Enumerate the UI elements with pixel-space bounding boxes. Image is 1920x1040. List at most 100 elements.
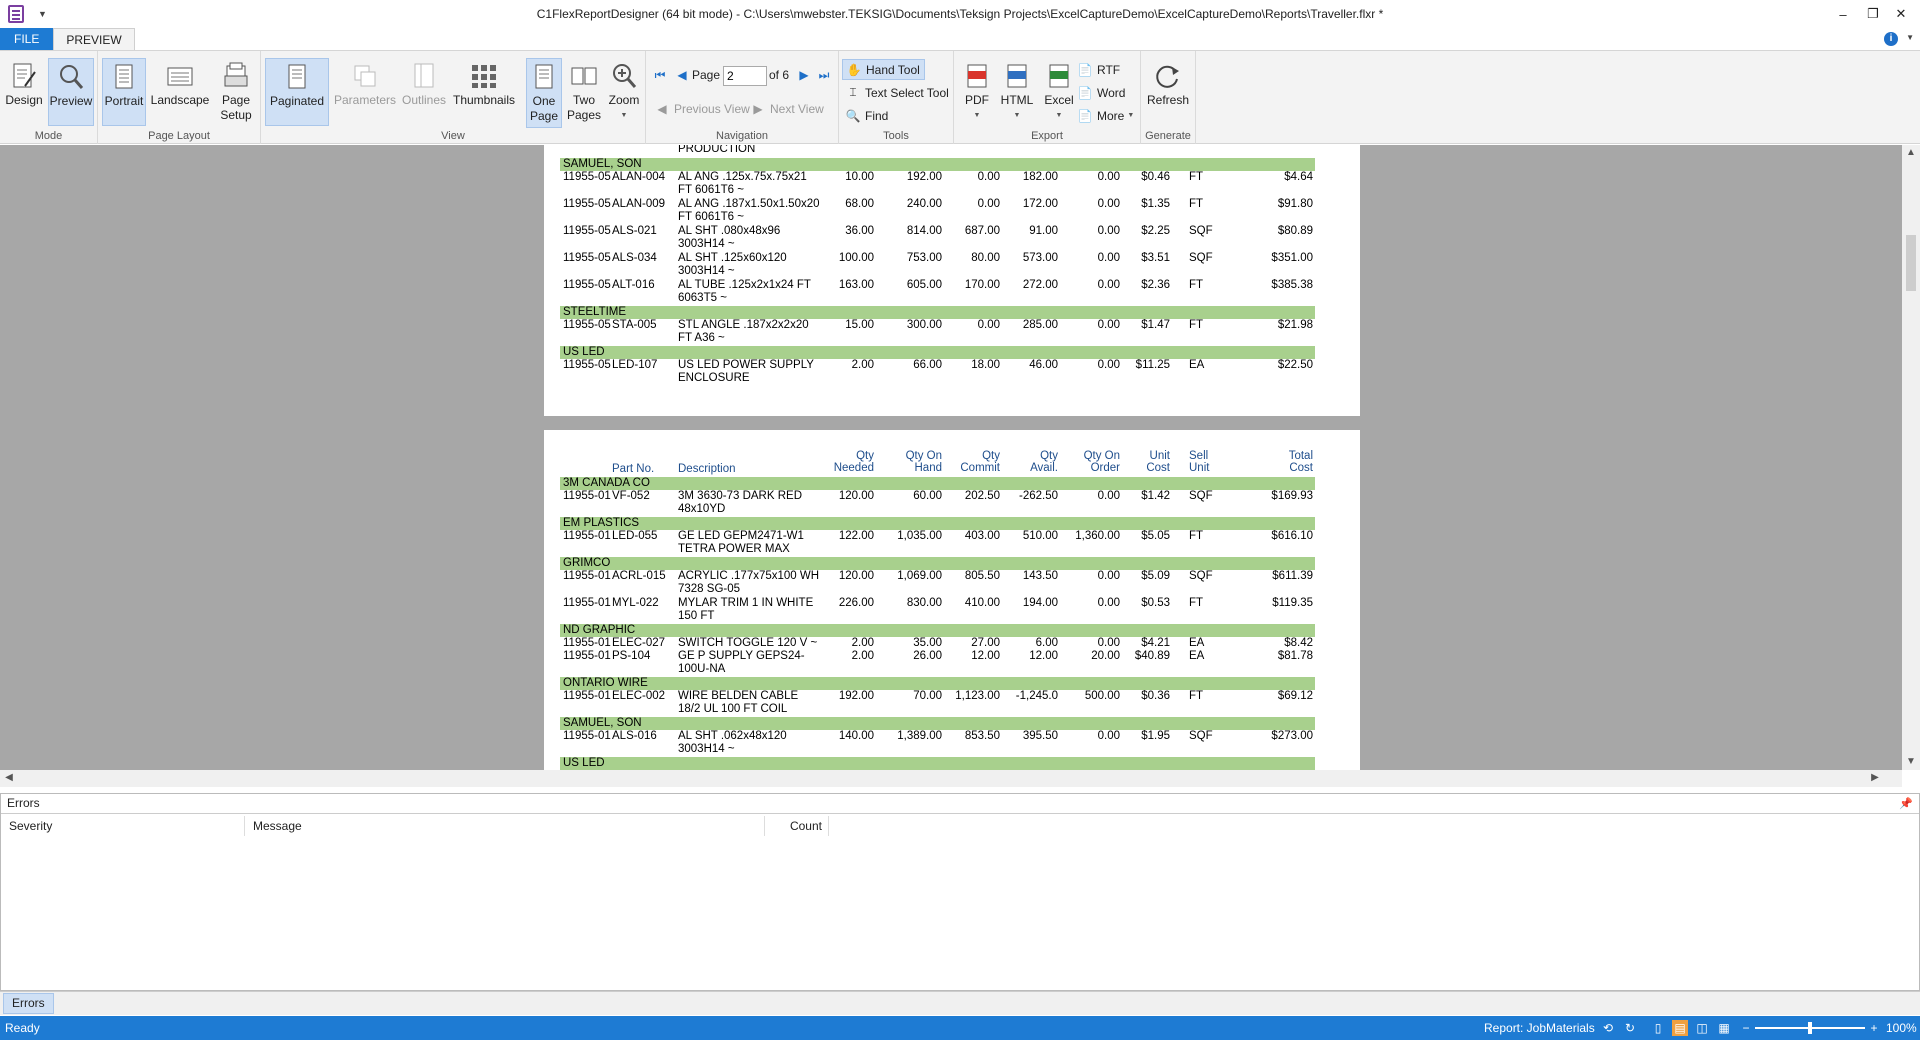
cell-onhand: 814.00 <box>906 225 942 237</box>
sync-icon[interactable]: ⟲ <box>1600 1020 1616 1036</box>
report-preview-canvas[interactable]: PRODUCTION SAMUEL, SON 11955-05 ALAN-004 AL … <box>0 145 1902 770</box>
cell-avail: 285.00 <box>1022 319 1058 331</box>
html-button[interactable]: HTML ▼ <box>996 58 1038 126</box>
cell-desc: AL SHT .080x48x96 3003H14 ~ <box>678 225 781 250</box>
next-view-button[interactable]: ▶ Next View <box>747 98 823 119</box>
column-header-severity[interactable]: Severity <box>1 816 245 836</box>
vertical-scrollbar[interactable]: ▲ ▼ <box>1902 145 1920 770</box>
hand-tool-button[interactable]: ✋ Hand Tool <box>842 59 925 80</box>
refresh-icon[interactable]: ↻ <box>1622 1020 1638 1036</box>
landscape-icon <box>165 61 195 91</box>
ribbon: Design Preview Mode Portrait Landscape P… <box>0 50 1920 144</box>
scroll-up-icon[interactable]: ▲ <box>1902 145 1920 161</box>
word-icon: 📄 <box>1077 85 1093 100</box>
zoom-slider-thumb[interactable] <box>1808 1022 1812 1034</box>
cell-onhand: 192.00 <box>906 171 942 183</box>
header-qty-on-hand-2: Hand <box>914 462 943 474</box>
cell-sell: FT <box>1189 530 1204 542</box>
cell-onorder: 0.00 <box>1097 319 1120 331</box>
thumbnail-view-icon[interactable]: ▦ <box>1716 1020 1732 1036</box>
design-button[interactable]: Design <box>4 58 44 126</box>
continuous-view-icon[interactable]: ▤ <box>1672 1020 1688 1036</box>
pin-icon[interactable]: 📌 <box>1899 797 1913 810</box>
zoom-label: Zoom <box>608 93 640 107</box>
refresh-button[interactable]: Refresh <box>1145 58 1191 126</box>
cell-sell: FT <box>1189 690 1204 702</box>
cell-commit: 0.00 <box>977 198 1000 210</box>
page-number-input[interactable] <box>723 66 767 86</box>
cell-total: $69.12 <box>1277 690 1313 702</box>
cell-commit: 0.00 <box>977 171 1000 183</box>
column-headers: Part No. Description Qty Needed Qty On H… <box>560 450 1315 476</box>
thumbnails-button[interactable]: Thumbnails <box>451 58 517 126</box>
cell-part: ALS-021 <box>612 225 657 237</box>
cell-unit: $4.21 <box>1141 637 1170 649</box>
next-page-icon[interactable]: ▶ <box>796 67 812 83</box>
close-button[interactable]: ✕ <box>1878 0 1920 28</box>
portrait-icon <box>109 62 139 92</box>
info-icon[interactable]: i <box>1884 32 1898 46</box>
zoom-slider[interactable] <box>1755 1022 1865 1034</box>
header-sell-unit-2: Unit <box>1189 462 1210 474</box>
cell-avail: 6.00 <box>1035 637 1058 649</box>
cell-avail: 182.00 <box>1022 171 1058 183</box>
cell-job: 11955-05 <box>563 171 611 183</box>
vendor-group-header: STEELTIME <box>560 306 1315 319</box>
word-button[interactable]: 📄 Word <box>1074 82 1126 103</box>
parameters-button[interactable]: Parameters <box>333 58 397 126</box>
cell-unit: $1.95 <box>1141 730 1170 742</box>
first-page-icon[interactable]: ⏮ <box>652 67 668 83</box>
find-label: Find <box>865 108 889 123</box>
previous-view-button[interactable]: ◀ Previous View <box>651 98 749 119</box>
rtf-button[interactable]: 📄 RTF <box>1074 59 1121 80</box>
horizontal-scrollbar[interactable]: ◀ ▶ <box>0 770 1902 787</box>
outlines-button[interactable]: Outlines <box>399 58 449 126</box>
two-page-view-icon[interactable]: ◫ <box>1694 1020 1710 1036</box>
paginated-button[interactable]: Paginated <box>265 58 329 126</box>
cell-sell: FT <box>1189 597 1204 609</box>
cell-sell: FT <box>1189 279 1204 291</box>
tab-errors[interactable]: Errors <box>3 993 54 1014</box>
cell-onorder: 0.00 <box>1097 570 1120 582</box>
more-export-button[interactable]: 📄 More ▼ <box>1074 105 1135 126</box>
cell-sell: EA <box>1189 637 1205 649</box>
excel-label: Excel <box>1044 93 1074 107</box>
column-header-message[interactable]: Message <box>245 816 765 836</box>
cell-unit: $1.42 <box>1141 490 1170 502</box>
previous-page-icon[interactable]: ◀ <box>674 67 690 83</box>
scroll-thumb[interactable] <box>1906 235 1916 291</box>
cell-onorder: 0.00 <box>1097 252 1120 264</box>
one-page-view-icon[interactable]: ▯ <box>1650 1020 1666 1036</box>
page-setup-icon <box>221 61 251 91</box>
scroll-right-icon[interactable]: ▶ <box>1866 770 1884 786</box>
app-icon[interactable] <box>8 5 24 23</box>
quick-access-dropdown-icon[interactable]: ▼ <box>38 9 47 19</box>
two-pages-button[interactable]: Two Pages <box>564 58 604 126</box>
column-header-count[interactable]: Count <box>765 816 829 836</box>
vendor-group-header: ONTARIO WIRE <box>560 677 1315 690</box>
ribbon-group-navigation: ⏮ ◀ ▶ ⏭ ◀ Previous View ▶ Next View Navi… <box>646 51 839 144</box>
tab-preview[interactable]: PREVIEW <box>53 28 135 50</box>
zoom-in-icon[interactable]: + <box>1866 1020 1882 1036</box>
portrait-button[interactable]: Portrait <box>102 58 146 126</box>
landscape-button[interactable]: Landscape <box>150 58 210 126</box>
page-setup-button[interactable]: Page Setup <box>214 58 258 126</box>
cell-commit: 18.00 <box>971 359 1000 371</box>
tab-file[interactable]: FILE <box>0 28 54 50</box>
one-page-button[interactable]: One Page <box>526 58 562 128</box>
scroll-down-icon[interactable]: ▼ <box>1902 754 1920 770</box>
cell-desc: GE P SUPPLY GEPS24-100U-NA <box>678 650 805 675</box>
pdf-button[interactable]: PDF ▼ <box>960 58 994 126</box>
scroll-left-icon[interactable]: ◀ <box>0 770 18 786</box>
cell-onorder: 500.00 <box>1084 690 1120 702</box>
find-button[interactable]: 🔍 Find <box>842 105 889 126</box>
preview-button[interactable]: Preview <box>48 58 94 126</box>
chevron-down-icon[interactable]: ▼ <box>1906 33 1914 42</box>
text-select-tool-button[interactable]: ⌶ Text Select Tool <box>842 82 948 103</box>
vendor-group-header: GRIMCO <box>560 557 1315 570</box>
excel-button[interactable]: Excel ▼ <box>1040 58 1078 126</box>
zoom-out-icon[interactable]: − <box>1738 1020 1754 1036</box>
table-row: 11955-05 ALS-021 AL SHT .080x48x96 3003H14… <box>560 225 1315 251</box>
last-page-icon[interactable]: ⏭ <box>816 67 832 83</box>
zoom-button[interactable]: Zoom ▼ <box>604 58 644 126</box>
